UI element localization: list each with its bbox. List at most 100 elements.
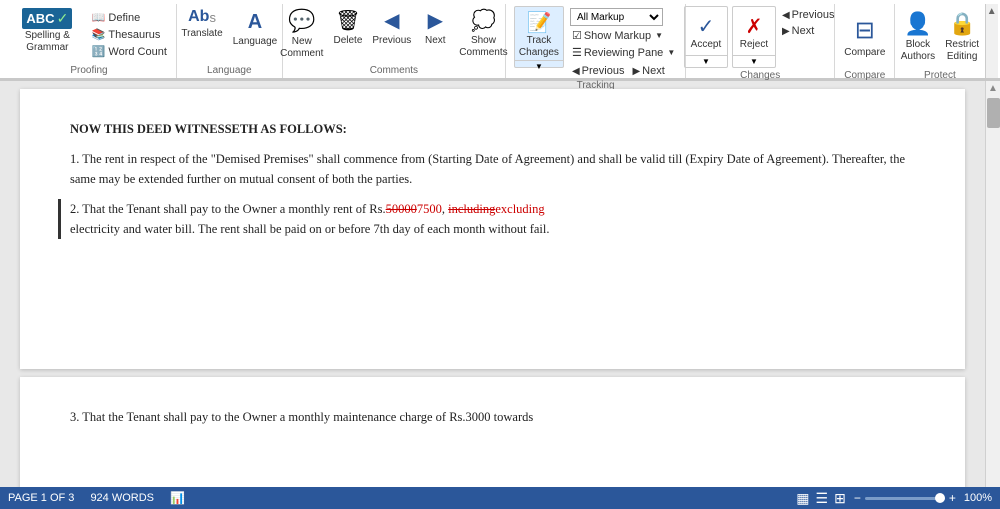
previous-track-label: Previous	[582, 65, 625, 77]
restrict-editing-label: RestrictEditing	[945, 39, 979, 63]
new-comment-button[interactable]: 💬 NewComment	[276, 6, 327, 62]
next-track-label: Next	[642, 65, 665, 77]
next-label: Next	[425, 35, 446, 47]
ribbon-scrollbar[interactable]: ▲	[985, 4, 999, 78]
track-changes-dropdown[interactable]: ▼	[515, 60, 563, 72]
previous-comment-button[interactable]: ◀ Previous	[368, 6, 415, 49]
language-button[interactable]: A Language	[229, 6, 282, 50]
compare-icon: ⊟	[855, 16, 875, 45]
thesaurus-button[interactable]: 📚 Thesaurus	[89, 27, 170, 42]
word-count-status: 924 WORDS	[90, 492, 154, 504]
next-change-icon: ▶	[782, 26, 790, 37]
zoom-out-icon[interactable]: −	[854, 491, 861, 505]
word-count-button[interactable]: 🔢 Word Count	[89, 44, 170, 59]
show-comments-icon: 💭	[471, 8, 496, 33]
heading-text: NOW THIS DEED WITNESSETH AS FOLLOWS:	[70, 122, 347, 136]
ribbon-group-protect: 👤 BlockAuthors 🔒 RestrictEditing Protect	[895, 4, 984, 78]
view-icon-1[interactable]: ▦	[796, 490, 809, 507]
zoom-thumb[interactable]	[935, 493, 945, 503]
reject-arrow-icon: ▼	[750, 57, 758, 66]
spelling-grammar-button[interactable]: ABC ✓ Spelling & Grammar	[8, 6, 87, 56]
document-scrollbar[interactable]: ▲	[985, 81, 1000, 487]
delete-icon: 🗑	[335, 8, 360, 33]
previous-icon: ◀	[384, 8, 399, 33]
zoom-in-icon[interactable]: +	[949, 491, 956, 505]
document-area: NOW THIS DEED WITNESSETH AS FOLLOWS: 1. …	[0, 81, 1000, 487]
next-change-label: Next	[792, 25, 815, 37]
doc-content-1[interactable]: NOW THIS DEED WITNESSETH AS FOLLOWS: 1. …	[70, 119, 915, 239]
track-changes-icon: 📝	[526, 10, 551, 35]
proofing-items: ABC ✓ Spelling & Grammar 📖 Define 📚 Thes…	[8, 4, 170, 65]
view-icon-3[interactable]: ⊞	[834, 490, 846, 507]
para2-number: 2.	[70, 202, 79, 216]
reject-button[interactable]: ✗ Reject ▼	[732, 6, 776, 68]
delete-label: Delete	[333, 35, 362, 47]
reject-label: Reject	[740, 39, 768, 50]
compare-button[interactable]: ⊟ Compare	[840, 6, 889, 68]
previous-track-icon: ◀	[572, 66, 580, 77]
track-changes-button[interactable]: 📝 TrackChanges ▼	[514, 6, 564, 68]
define-button[interactable]: 📖 Define	[89, 10, 170, 25]
show-comments-button[interactable]: 💭 ShowComments	[455, 6, 511, 61]
document-stats-icon[interactable]: 📊	[170, 491, 185, 505]
tracked-insertion-7500: 7500	[417, 202, 442, 216]
accept-icon: ✓	[698, 14, 715, 39]
previous-change-button[interactable]: ◀ Previous	[780, 8, 837, 22]
thesaurus-icon: 📚	[92, 28, 106, 41]
compare-label: Compare	[844, 47, 885, 59]
show-markup-button[interactable]: ☑ Show Markup ▼	[570, 28, 677, 43]
prev-change-icon: ◀	[782, 10, 790, 21]
show-markup-icon: ☑	[572, 29, 582, 42]
reject-icon: ✗	[746, 14, 763, 39]
ribbon-group-compare: ⊟ Compare Compare	[835, 4, 895, 78]
zoom-slider[interactable]	[865, 497, 945, 500]
view-icon-2[interactable]: ☰	[816, 490, 829, 507]
markup-dropdown[interactable]: All Markup Simple Markup No Markup Origi…	[570, 8, 663, 26]
scrollbar-thumb[interactable]	[987, 98, 1000, 128]
document-scroll[interactable]: NOW THIS DEED WITNESSETH AS FOLLOWS: 1. …	[0, 81, 985, 487]
para2-text-after: electricity and water bill. The rent sha…	[70, 222, 549, 236]
doc-content-2[interactable]: 3. That the Tenant shall pay to the Owne…	[70, 407, 915, 427]
translate-button[interactable]: Abs Translate	[177, 6, 226, 42]
heading-paragraph: NOW THIS DEED WITNESSETH AS FOLLOWS:	[70, 119, 915, 139]
status-right: ▦ ☰ ⊞ − + 100%	[796, 490, 992, 507]
document-page-2: 3. That the Tenant shall pay to the Owne…	[20, 377, 965, 487]
accept-button[interactable]: ✓ Accept ▼	[684, 6, 728, 68]
paragraph-1: 1. The rent in respect of the "Demised P…	[70, 149, 915, 189]
scroll-up-icon[interactable]: ▲	[987, 6, 997, 17]
track-changes-label: TrackChanges	[519, 35, 559, 59]
reviewing-pane-label: Reviewing Pane	[584, 47, 664, 59]
reject-dropdown[interactable]: ▼	[733, 55, 775, 67]
document-page-1: NOW THIS DEED WITNESSETH AS FOLLOWS: 1. …	[20, 89, 965, 369]
stats-icon: 📊	[170, 491, 185, 505]
reviewing-pane-icon: ☰	[572, 46, 582, 59]
scroll-up-doc-icon[interactable]: ▲	[988, 83, 998, 94]
compare-items: ⊟ Compare	[840, 4, 889, 70]
accept-dropdown[interactable]: ▼	[685, 55, 727, 67]
next-comment-button[interactable]: ▶ Next	[417, 6, 453, 49]
accept-label: Accept	[691, 39, 722, 50]
block-authors-button[interactable]: 👤 BlockAuthors	[897, 6, 939, 68]
ribbon: ABC ✓ Spelling & Grammar 📖 Define 📚 Thes…	[0, 0, 1000, 81]
accept-arrow-icon: ▼	[702, 57, 710, 66]
tracked-insertion-excluding: excluding	[495, 202, 544, 216]
next-icon: ▶	[428, 8, 443, 33]
reviewing-pane-button[interactable]: ☰ Reviewing Pane ▼	[570, 45, 677, 60]
next-track-button[interactable]: ▶ Next	[630, 64, 666, 78]
page-info-text: PAGE 1 OF 3	[8, 492, 74, 504]
tracking-items: 📝 TrackChanges ▼ All Markup Simple Marku…	[514, 4, 677, 80]
delete-comment-button[interactable]: 🗑 Delete	[329, 6, 366, 49]
block-authors-label: BlockAuthors	[901, 39, 935, 63]
show-comments-label: ShowComments	[459, 35, 507, 59]
block-authors-icon: 👤	[904, 11, 931, 37]
tracked-deletion-50000: 50000	[386, 202, 417, 216]
abc-icon: ABC	[26, 11, 54, 26]
ribbon-group-tracking: 📝 TrackChanges ▼ All Markup Simple Marku…	[506, 4, 686, 78]
restrict-editing-button[interactable]: 🔒 RestrictEditing	[941, 6, 983, 68]
next-change-button[interactable]: ▶ Next	[780, 24, 837, 38]
new-comment-label: NewComment	[280, 36, 323, 60]
previous-track-button[interactable]: ◀ Previous	[570, 64, 627, 78]
spelling-grammar-label: Spelling & Grammar	[12, 30, 83, 54]
language-label: Language	[233, 36, 278, 48]
para1-number: 1.	[70, 152, 79, 166]
